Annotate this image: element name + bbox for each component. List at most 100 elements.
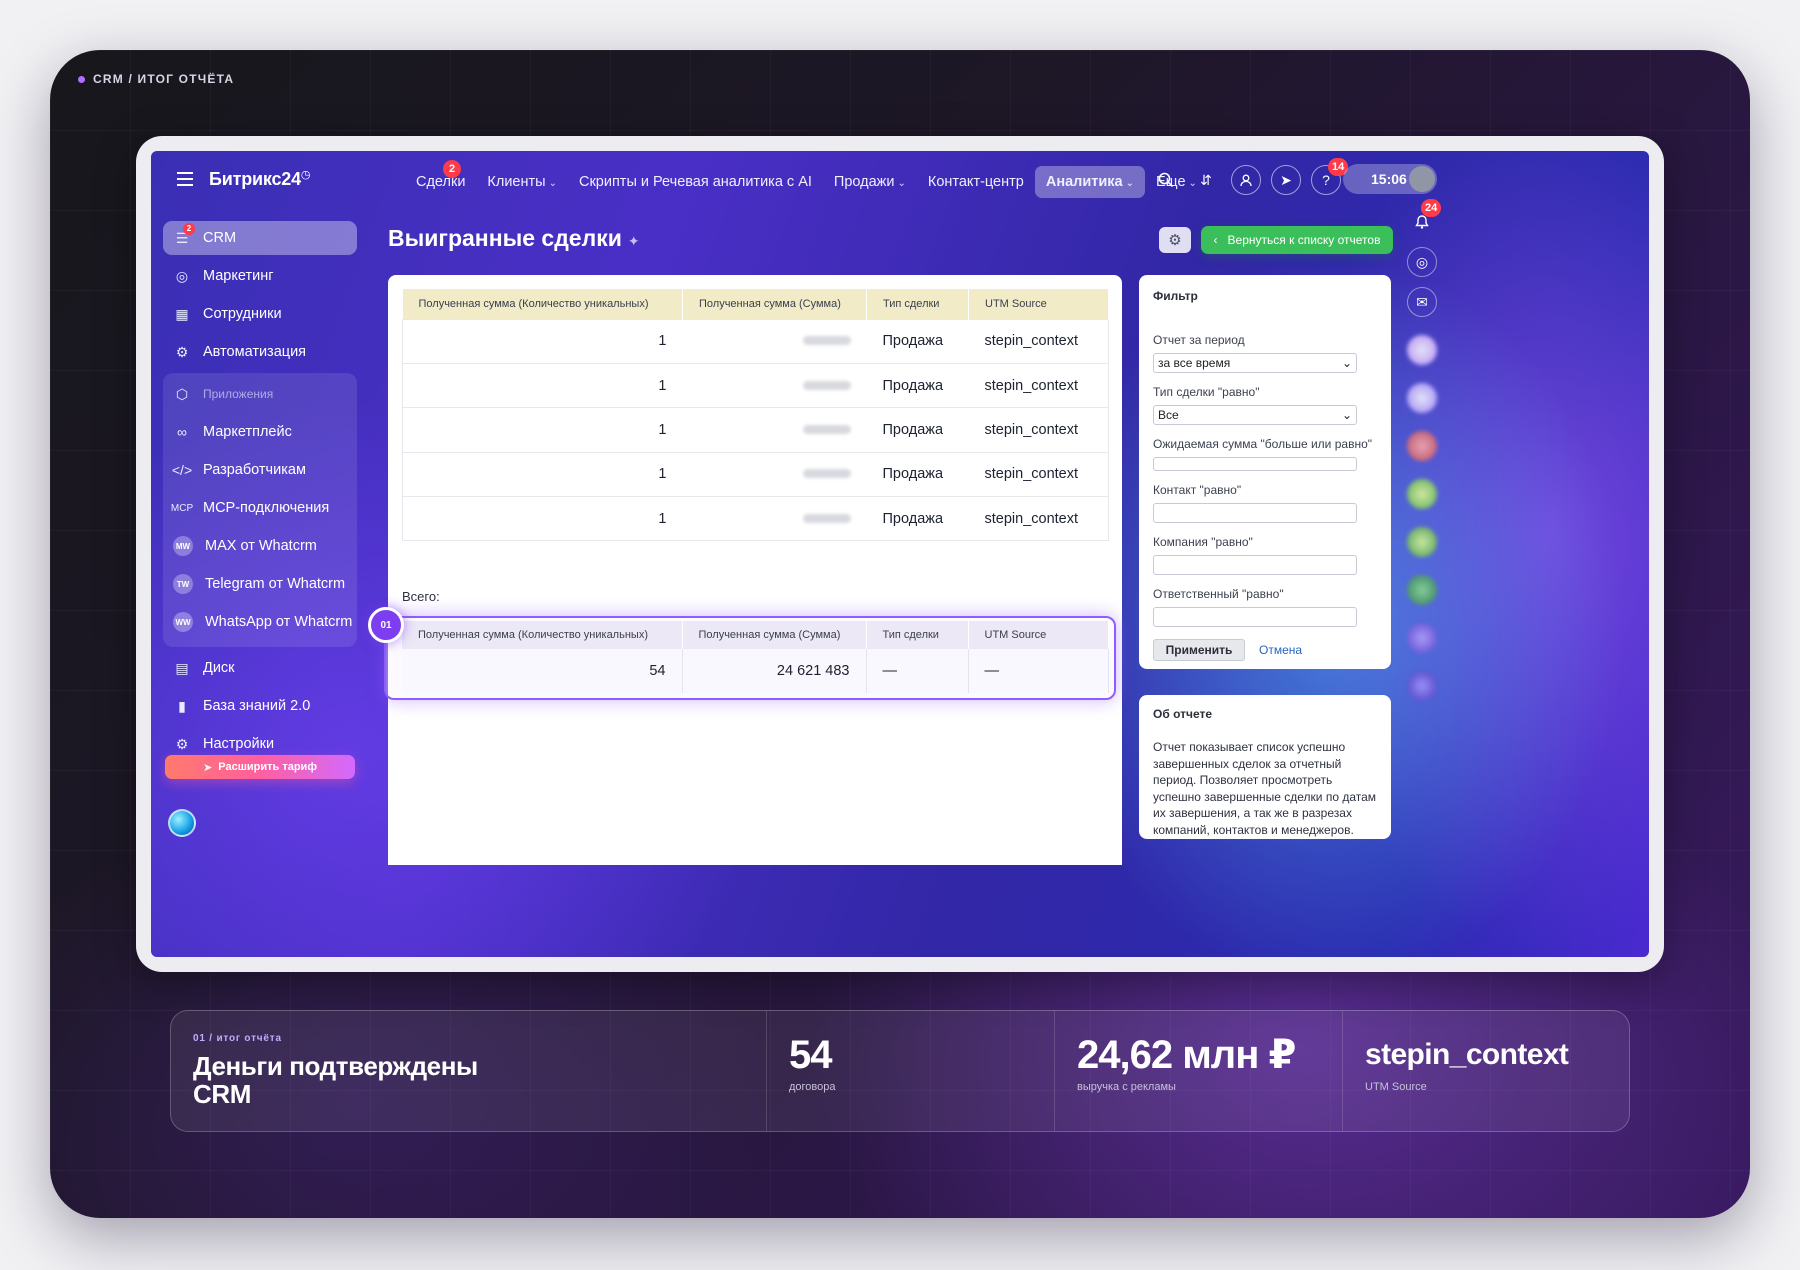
pin-icon[interactable]: ✦ — [628, 233, 640, 249]
avatar[interactable] — [1407, 671, 1437, 701]
crm-badge: 2 — [183, 223, 195, 235]
sidebar-item-label: MAX от Whatcrm — [205, 538, 317, 554]
count-cell: 1 — [402, 407, 683, 453]
nav-item-deals[interactable]: Сделки 2 — [405, 160, 476, 198]
step-marker: 01 — [368, 607, 404, 643]
sidebar-item-label: Сотрудники — [203, 306, 282, 322]
report-settings-gear-icon[interactable]: ⚙ — [1159, 227, 1191, 253]
presentation-card: CRM / ИТОГ ОТЧЁТА Битрикс24◷ Сделки 2 Кл… — [50, 50, 1750, 1218]
back-to-reports-button[interactable]: ‹ Вернуться к списку отчетов — [1201, 226, 1393, 254]
disk-icon: ▤ — [175, 659, 189, 676]
total-header-row: Полученная сумма (Количество уникальных)… — [402, 621, 1109, 649]
sidebar-item-mcp[interactable]: MCP MCP-подключения — [163, 491, 357, 525]
avatar[interactable] — [1407, 575, 1437, 605]
deal-type-cell: Продажа — [866, 407, 969, 453]
chevron-down-icon: ⌄ — [897, 178, 906, 189]
bitrix-app: Битрикс24◷ Сделки 2 Клиенты ⌄ Скрипты и Р… — [151, 151, 1649, 957]
filter-panel: Фильтр Отчет за период за все время ⌄ Ти… — [1139, 275, 1391, 669]
table-row: 1 Продажа stepin_context — [402, 451, 1109, 497]
avatar[interactable] — [1407, 335, 1437, 365]
marketplace-icon: ∞ — [177, 424, 187, 440]
avatar[interactable] — [1407, 527, 1437, 557]
responsible-input[interactable] — [1153, 607, 1357, 627]
blurred-sum-cell — [682, 451, 867, 497]
sidebar-item-marketing[interactable]: ◎ Маркетинг — [163, 259, 357, 293]
avatar[interactable] — [1407, 623, 1437, 653]
nav-item-scripts[interactable]: Скрипты и Речевая аналитика с AI — [568, 166, 823, 198]
deal-type-cell: Продажа — [866, 451, 969, 497]
blurred-sum-cell — [682, 362, 867, 408]
target-icon[interactable]: ◎ — [1407, 247, 1437, 277]
rocket-icon: ➤ — [203, 761, 213, 774]
avatar[interactable] — [1409, 166, 1435, 192]
avatar[interactable] — [1407, 431, 1437, 461]
sidebar-item-knowledge-base[interactable]: ▮ База знаний 2.0 — [163, 689, 357, 723]
app-logo[interactable]: Битрикс24◷ — [209, 168, 311, 190]
nav-item-analytics[interactable]: Аналитика ⌄ — [1034, 166, 1145, 198]
hamburger-menu-icon[interactable] — [177, 172, 193, 186]
cancel-link[interactable]: Отмена — [1259, 643, 1302, 657]
notifications-badge: 24 — [1421, 199, 1442, 217]
chevron-down-icon: ⌄ — [548, 178, 557, 189]
utm-source-value: stepin_context — [1365, 1038, 1569, 1071]
sidebar-item-marketplace[interactable]: ∞ Маркетплейс — [163, 415, 357, 449]
count-cell: 1 — [402, 318, 683, 364]
table-row: 1 Продажа stepin_context — [402, 407, 1109, 453]
nav-item-label: Аналитика — [1045, 174, 1123, 190]
sidebar-item-max-whatcrm[interactable]: MW MAX от Whatcrm — [163, 529, 357, 563]
deal-type-cell: Продажа — [866, 496, 969, 542]
sidebar-item-telegram-whatcrm[interactable]: TW Telegram от Whatcrm — [163, 567, 357, 601]
deal-type-label: Тип сделки "равно" — [1153, 385, 1260, 399]
search-icon[interactable] — [1151, 165, 1181, 195]
upgrade-plan-button[interactable]: ➤ Расширить тариф — [165, 755, 355, 779]
blurred-value — [802, 469, 851, 479]
top-nav: Сделки 2 Клиенты ⌄ Скрипты и Речевая анал… — [405, 160, 1208, 199]
nav-item-label: Клиенты — [487, 174, 546, 190]
sidebar-item-disk[interactable]: ▤ Диск — [163, 651, 357, 685]
bell-icon[interactable]: 24 — [1407, 199, 1442, 237]
blurred-value — [802, 424, 851, 434]
sidebar-item-whatsapp-whatcrm[interactable]: WW WhatsApp от Whatcrm — [163, 605, 357, 639]
expected-sum-input[interactable] — [1153, 457, 1357, 471]
period-select[interactable]: за все время ⌄ — [1153, 353, 1357, 373]
sidebar-item-developers[interactable]: </> Разработчикам — [163, 453, 357, 487]
about-report-panel: Об отчете Отчет показывает список успешн… — [1139, 695, 1391, 839]
sidebar-item-label: Диск — [203, 660, 235, 676]
apps-group: ⬡ Приложения ∞ Маркетплейс </> Разработч… — [163, 373, 357, 647]
report-panel: Полученная сумма (Количество уникальных)… — [368, 275, 1122, 865]
rocket-icon[interactable]: ➤ — [1271, 165, 1301, 195]
apps-group-label: Приложения — [203, 387, 274, 401]
code-icon: </> — [171, 462, 193, 478]
marketing-icon: ◎ — [175, 267, 189, 284]
contact-input[interactable] — [1153, 503, 1357, 523]
avatar[interactable] — [1407, 479, 1437, 509]
sidebar-item-crm[interactable]: ☰ 2 CRM — [163, 221, 357, 255]
copilot-globe-icon[interactable] — [168, 809, 196, 837]
nav-item-sales[interactable]: Продажи ⌄ — [823, 166, 917, 198]
nav-item-clients[interactable]: Клиенты ⌄ — [476, 166, 568, 198]
summary-title-cell: 01 / итог отчёта Деньги подтверждены CRM — [171, 1011, 767, 1131]
apply-button[interactable]: Применить — [1153, 639, 1245, 661]
user-icon[interactable] — [1231, 165, 1261, 195]
revenue-value: 24,62 млн ₽ — [1077, 1033, 1296, 1077]
column-header: Полученная сумма (Количество уникальных) — [402, 621, 683, 649]
help-icon[interactable]: ? 14 — [1311, 158, 1349, 195]
company-input[interactable] — [1153, 555, 1357, 575]
column-header[interactable]: Тип сделки — [866, 289, 969, 319]
page-title: Выигранные сделки ✦ — [388, 225, 640, 252]
utm-cell: stepin_context — [968, 318, 1109, 364]
nav-item-contact-center[interactable]: Контакт-центр — [917, 166, 1035, 198]
avatar[interactable] — [1407, 383, 1437, 413]
chat-icon[interactable]: ✉ — [1407, 287, 1437, 317]
column-header[interactable]: Полученная сумма (Сумма) — [682, 289, 867, 319]
sliders-icon[interactable]: ⇵ — [1191, 165, 1221, 195]
apps-group-header[interactable]: ⬡ Приложения — [163, 377, 357, 411]
sidebar-item-employees[interactable]: ▦ Сотрудники — [163, 297, 357, 331]
column-header[interactable]: UTM Source — [968, 289, 1109, 319]
summary-deals-cell: 54 договора — [767, 1011, 1055, 1131]
sidebar-item-automation[interactable]: ⚙ Автоматизация — [163, 335, 357, 369]
deal-type-select[interactable]: Все ⌄ — [1153, 405, 1357, 425]
column-header[interactable]: Полученная сумма (Количество уникальных) — [402, 289, 683, 319]
app-avatar: MW — [173, 536, 193, 556]
clock-widget[interactable]: 15:06 — [1343, 164, 1437, 194]
